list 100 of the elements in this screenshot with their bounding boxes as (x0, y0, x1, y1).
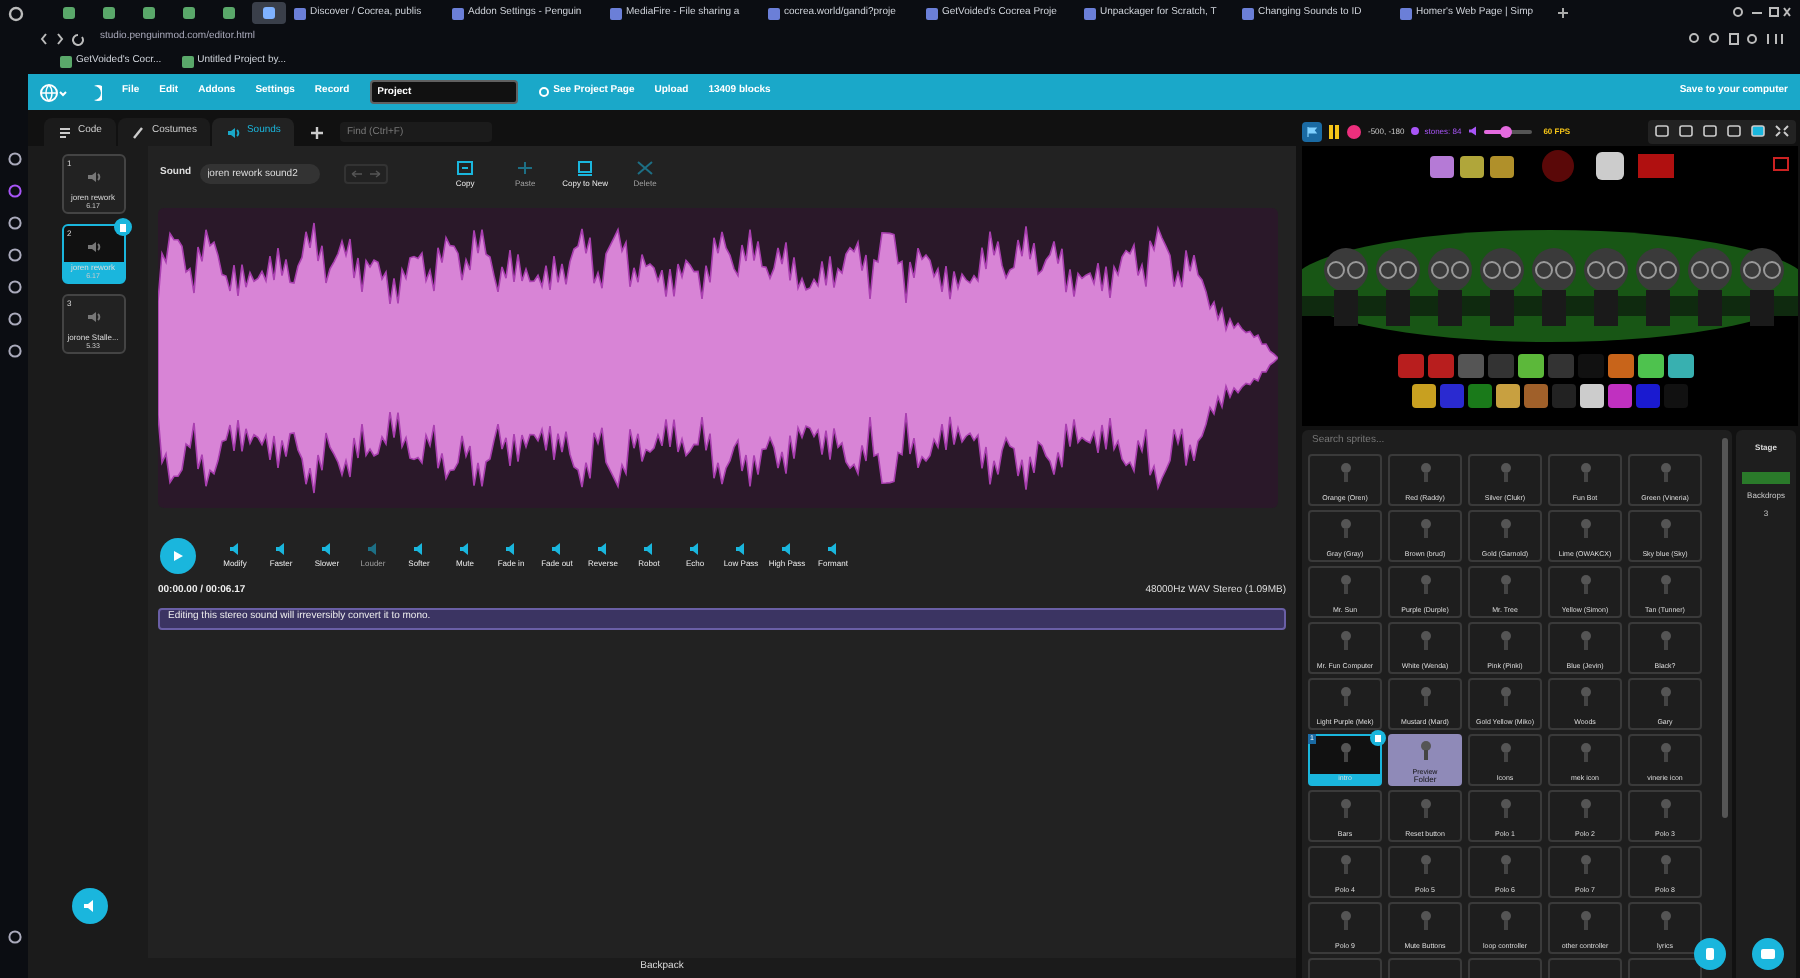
character-icon (1419, 574, 1431, 594)
character-icon (1659, 518, 1671, 538)
site-icon (294, 7, 306, 19)
language-globe-icon (40, 83, 68, 101)
site-icon (262, 6, 276, 20)
character-icon (1579, 574, 1591, 594)
character-icon (1419, 686, 1431, 706)
stage-tool-icon (1654, 124, 1670, 138)
site-icon (142, 6, 156, 20)
character-icon (1339, 630, 1351, 650)
character-icon (1499, 686, 1511, 706)
character-icon (1499, 574, 1511, 594)
character-icon (1579, 518, 1591, 538)
character-icon (1499, 462, 1511, 482)
picture-icon (1760, 948, 1776, 960)
record-dot-icon (1346, 123, 1362, 139)
browser-logo-icon (8, 5, 24, 21)
add-sprite-button[interactable] (1694, 938, 1726, 970)
speaker-shape-icon (826, 542, 840, 556)
character-icon (1579, 910, 1591, 930)
character-icon (1659, 798, 1671, 818)
character-icon (1419, 462, 1431, 482)
character-icon (1499, 854, 1511, 874)
sidebar-icon (7, 248, 21, 262)
speaker-icon (226, 125, 241, 139)
site-icon (1400, 7, 1412, 19)
site-icon (1084, 7, 1096, 19)
speaker-shape-icon (320, 542, 334, 556)
site-icon (610, 7, 622, 19)
plus-icon (1556, 6, 1570, 20)
character-icon (1339, 686, 1351, 706)
character-icon (1339, 574, 1351, 594)
play-button[interactable] (160, 538, 196, 574)
site-icon (222, 6, 236, 20)
character-icon (1499, 910, 1511, 930)
character-icon (1659, 574, 1671, 594)
sidebar-icon (7, 344, 21, 358)
character-icon (1499, 630, 1511, 650)
character-icon (1339, 518, 1351, 538)
speaker-shape-icon (228, 542, 242, 556)
large-stage-icon (1726, 124, 1742, 138)
slider-thumb[interactable] (1499, 125, 1511, 137)
speaker-shape-icon (458, 542, 472, 556)
backdrop-thumbnail (1742, 472, 1790, 484)
character-icon (1419, 798, 1431, 818)
speaker-shape-icon (366, 542, 380, 556)
character-icon (1579, 630, 1591, 650)
character-icon (1339, 854, 1351, 874)
character-icon (1659, 742, 1671, 762)
site-icon (1242, 7, 1254, 19)
speaker-shape-icon (642, 542, 656, 556)
lines-icon (58, 125, 72, 139)
character-icon (1659, 910, 1671, 930)
speaker-shape-icon (504, 542, 518, 556)
character-icon (1579, 742, 1591, 762)
character-icon (1659, 462, 1671, 482)
window-controls-icon (1732, 6, 1792, 20)
character-icon (1339, 462, 1351, 482)
delete-button[interactable] (113, 218, 131, 236)
navigation-arrows-icon (40, 31, 88, 45)
speaker-shape-icon (550, 542, 564, 556)
brush-icon (131, 125, 146, 139)
play-icon (172, 550, 184, 562)
small-stage-icon (1702, 124, 1718, 138)
sidebar-icon (7, 152, 21, 166)
character-icon (1579, 798, 1591, 818)
speaker-shape-icon (412, 542, 426, 556)
speaker-shape-icon (596, 542, 610, 556)
delete-button[interactable] (1370, 730, 1386, 746)
character-icon (1499, 798, 1511, 818)
site-icon (452, 7, 464, 19)
flag-button[interactable] (1302, 121, 1322, 141)
character-icon (1419, 740, 1431, 760)
site-icon (62, 6, 76, 20)
character-icon (1419, 854, 1431, 874)
speaker-icon (85, 310, 101, 324)
character-icon (1659, 854, 1671, 874)
site-icon (768, 7, 780, 19)
character-icon (1579, 462, 1591, 482)
character-icon (1419, 518, 1431, 538)
speaker-icon (85, 170, 101, 184)
character-icon (1339, 910, 1351, 930)
pause-icon (1328, 123, 1340, 139)
sidebar-icon (7, 280, 21, 294)
add-backdrop-button[interactable] (1752, 938, 1784, 970)
character-icon (1339, 742, 1351, 762)
character-icon (1419, 910, 1431, 930)
character-icon (1499, 518, 1511, 538)
speaker-shape-icon (274, 542, 288, 556)
copy-icon (456, 159, 475, 175)
trash-icon (117, 222, 127, 232)
flag-icon (1306, 125, 1318, 137)
trash-icon (1374, 734, 1382, 742)
dot-icon (1410, 126, 1421, 136)
speaker-shape-icon (780, 542, 794, 556)
copy-new-icon (576, 159, 595, 175)
sidebar-icon (7, 216, 21, 230)
speaker-icon (1467, 126, 1478, 136)
pinned-tab[interactable] (252, 2, 286, 24)
paste-icon (516, 159, 535, 175)
